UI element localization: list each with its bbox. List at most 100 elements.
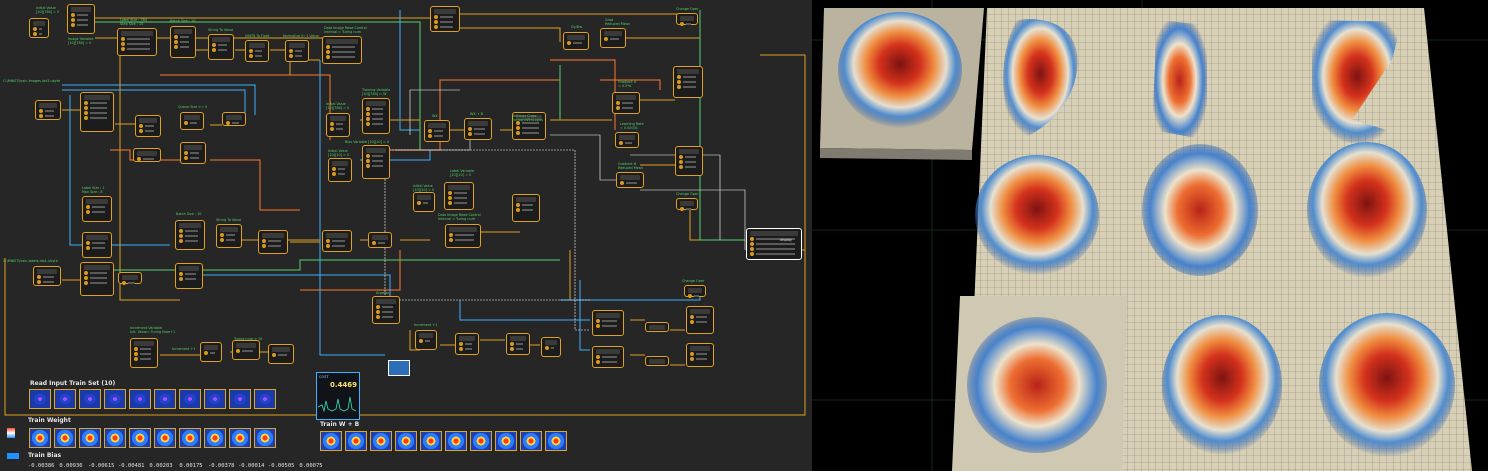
node-gradient-a[interactable] <box>612 92 640 114</box>
node-reshape[interactable] <box>117 28 157 56</box>
node-label-convert[interactable] <box>258 230 288 254</box>
node-label-batch[interactable] <box>175 220 205 250</box>
label-argmax: Argmax <box>376 291 390 295</box>
node-change-oper-low[interactable] <box>684 285 706 298</box>
node-output-b[interactable] <box>118 272 142 285</box>
label-change-oper-top: Change Oper <box>676 7 699 11</box>
node-initial-value[interactable] <box>29 18 49 38</box>
node-increment-variable[interactable] <box>130 338 158 368</box>
label-increment: Increment +1 <box>172 347 196 351</box>
input-thumb <box>129 389 151 409</box>
node-queue-size[interactable] <box>180 112 204 130</box>
input-thumb <box>154 389 176 409</box>
node-merge-top[interactable] <box>430 6 460 32</box>
train-wb-title: Train W + B <box>320 421 360 428</box>
node-data-image-read[interactable] <box>322 36 362 64</box>
node-label-string-to-value[interactable] <box>216 224 242 248</box>
node-label-out[interactable] <box>512 194 540 222</box>
node-label-a[interactable] <box>82 196 112 222</box>
node-argmax-b[interactable] <box>455 333 479 355</box>
node-increment-a[interactable] <box>415 330 437 350</box>
node-output-a[interactable] <box>133 148 161 162</box>
node-display-output[interactable] <box>746 228 802 260</box>
label-gradient-b: Gradient B Reduced Mean <box>618 162 644 170</box>
node-increment-b[interactable] <box>200 342 222 362</box>
label-dy-dw: Dy/Dw <box>571 25 583 29</box>
node-batch[interactable] <box>170 26 196 58</box>
node-onehot[interactable] <box>322 230 352 252</box>
node-normalize[interactable] <box>285 40 309 62</box>
node-queue-b[interactable] <box>222 112 246 126</box>
node-turing-num[interactable] <box>232 340 260 360</box>
node-queue-a[interactable] <box>135 115 161 137</box>
train-wb-thumbs <box>320 431 567 451</box>
node-string-to-value[interactable] <box>208 34 234 60</box>
node-count-a[interactable] <box>645 322 669 332</box>
label-queue-size: Queue Size >= 0 <box>178 105 208 109</box>
node-learning-rate[interactable] <box>615 132 639 148</box>
node-label-queue[interactable] <box>175 263 203 289</box>
weight-thumb <box>79 428 101 448</box>
node-data-image-read-2[interactable] <box>445 224 481 248</box>
label-softmax: Softmax Cross EntropyWithLogits <box>512 114 543 122</box>
weight-thumb <box>254 428 276 448</box>
label-training-variable: Training Variable [10][784] = W <box>362 88 391 96</box>
node-count-b[interactable] <box>645 356 669 366</box>
node-file-source-labels[interactable] <box>33 266 61 286</box>
bias-value: -0.00014 <box>238 463 265 469</box>
node-set-b[interactable] <box>686 343 714 367</box>
label-batch-size-2: Batch Size : 10 <box>176 212 202 216</box>
node-initial-b[interactable] <box>328 158 352 182</box>
cost-monitor[interactable]: COST 0.4469 <box>316 372 360 420</box>
node-dy-dw[interactable] <box>563 32 589 50</box>
node-image-variable[interactable] <box>67 4 95 34</box>
node-label-variable[interactable] <box>444 182 474 210</box>
wb-thumb <box>320 431 342 451</box>
bias-legend <box>7 453 19 459</box>
label-string-to-value-2: String To Value <box>216 218 242 222</box>
cost-value: 0.4469 <box>329 381 357 389</box>
node-wx[interactable] <box>424 120 450 142</box>
label-initial-value-top: Initial Value [10][784] = 0 <box>36 6 60 14</box>
node-training-variable[interactable] <box>362 98 390 134</box>
node-label-cast[interactable] <box>368 232 392 248</box>
node-grad-reduced[interactable] <box>600 28 626 48</box>
node-apply-gradient-b[interactable] <box>675 146 703 176</box>
node-apply-gradient-w[interactable] <box>673 66 703 98</box>
label-label-size-2: Label Size : 1 Max Size : 8 <box>82 186 105 194</box>
node-change-oper-mid[interactable] <box>676 198 698 211</box>
3d-viewport[interactable] <box>812 0 1488 471</box>
node-argmax-a[interactable] <box>372 296 400 324</box>
node-compare[interactable] <box>180 142 206 164</box>
node-file-reader-labels[interactable] <box>80 262 114 296</box>
node-label-b[interactable] <box>82 232 112 258</box>
wb-thumb <box>445 431 467 451</box>
wb-thumb <box>395 431 417 451</box>
node-equal-b[interactable] <box>592 346 624 368</box>
node-initial-l[interactable] <box>413 192 435 212</box>
node-graph-editor[interactable]: Initial Value [10][784] = 0 Image Variab… <box>0 0 812 471</box>
node-change-oper-top[interactable] <box>676 13 698 26</box>
node-turing-compare[interactable] <box>268 344 294 364</box>
input-thumb <box>254 389 276 409</box>
node-accuracy-out[interactable] <box>541 337 561 357</box>
label-display: display <box>780 238 793 242</box>
node-wx-b[interactable] <box>464 118 492 140</box>
node-accuracy[interactable] <box>506 333 530 355</box>
label-string-to-value-top: String To Value <box>208 28 234 32</box>
node-bias-variable[interactable] <box>362 145 390 179</box>
label-uint8-to-float: UINT8 To Float <box>245 34 270 38</box>
label-turing-num: Turing num > 10 <box>234 337 263 341</box>
display-node-toolbar[interactable] <box>388 360 410 376</box>
node-initial-w[interactable] <box>326 113 350 137</box>
node-uint8-to-float[interactable] <box>245 40 269 62</box>
node-gradient-b[interactable] <box>616 172 644 188</box>
node-file-source-images[interactable] <box>35 100 61 120</box>
train-weight-thumbs <box>29 428 276 448</box>
node-equal-a[interactable] <box>592 310 624 336</box>
train-weight-title: Train Weight <box>28 417 71 424</box>
node-set-a[interactable] <box>686 306 714 334</box>
wb-thumb <box>470 431 492 451</box>
node-file-reader-images[interactable] <box>80 92 114 132</box>
label-initial-value-w: Initial Value [10][784] = 0 <box>326 102 350 110</box>
